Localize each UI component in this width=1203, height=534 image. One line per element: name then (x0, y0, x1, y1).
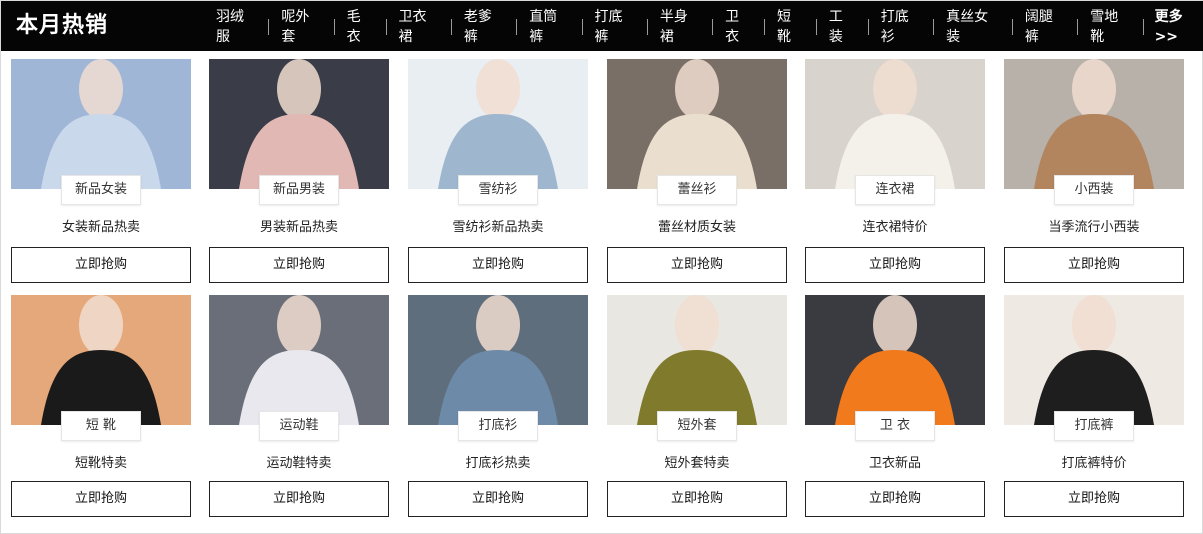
section-header: 本月热销 羽绒服 呢外套 毛衣 卫衣裙 老爹裤 直筒裤 打底裤 半身裙 卫衣 短靴 工装 打底衫 真丝女… (1, 1, 1203, 51)
category-tag[interactable]: 短 靴 (61, 411, 141, 441)
buy-now-button[interactable]: 立即抢购 (805, 481, 985, 517)
nav-link-6[interactable]: 直筒裤 (517, 7, 581, 47)
product-description[interactable]: 女装新品热卖 (11, 219, 191, 237)
category-tag[interactable]: 小西装 (1054, 175, 1134, 205)
nav-link-10[interactable]: 短靴 (765, 7, 816, 47)
nav-link-3[interactable]: 毛衣 (335, 7, 386, 47)
category-tag[interactable]: 蕾丝衫 (657, 175, 737, 205)
product-description[interactable]: 蕾丝材质女装 (607, 219, 787, 237)
category-tag[interactable]: 打底裤 (1054, 411, 1134, 441)
product-image[interactable] (11, 295, 191, 425)
buy-now-button[interactable]: 立即抢购 (209, 481, 389, 517)
nav-link-13[interactable]: 真丝女装 (934, 7, 1012, 47)
nav-link-7[interactable]: 打底裤 (583, 7, 647, 47)
nav-link-11[interactable]: 工装 (817, 7, 868, 47)
category-tag[interactable]: 卫 衣 (855, 411, 935, 441)
product-description[interactable]: 卫衣新品 (805, 455, 985, 473)
product-image[interactable] (805, 295, 985, 425)
category-tag[interactable]: 短外套 (657, 411, 737, 441)
buy-now-button[interactable]: 立即抢购 (805, 247, 985, 283)
buy-now-button[interactable]: 立即抢购 (607, 247, 787, 283)
category-nav: 羽绒服 呢外套 毛衣 卫衣裙 老爹裤 直筒裤 打底裤 半身裙 卫衣 短靴 工装 打底衫 真丝女装 阔腿裤雪… (206, 9, 1203, 45)
nav-link-5[interactable]: 老爹裤 (452, 7, 516, 47)
product-description[interactable]: 男装新品热卖 (209, 219, 389, 237)
product-image[interactable] (1004, 295, 1184, 425)
product-description[interactable]: 运动鞋特卖 (209, 455, 389, 473)
product-image[interactable] (209, 59, 389, 189)
product-image[interactable] (607, 59, 787, 189)
product-description[interactable]: 短靴特卖 (11, 455, 191, 473)
product-image[interactable] (209, 295, 389, 425)
product-image[interactable] (805, 59, 985, 189)
buy-now-button[interactable]: 立即抢购 (408, 247, 588, 283)
buy-now-button[interactable]: 立即抢购 (209, 247, 389, 283)
buy-now-button[interactable]: 立即抢购 (1004, 247, 1184, 283)
buy-now-button[interactable]: 立即抢购 (11, 481, 191, 517)
category-tag[interactable]: 雪纺衫 (458, 175, 538, 205)
category-tag[interactable]: 新品女装 (61, 175, 141, 205)
buy-now-button[interactable]: 立即抢购 (1004, 481, 1184, 517)
nav-link-1[interactable]: 羽绒服 (206, 7, 268, 47)
product-image[interactable] (607, 295, 787, 425)
category-tag[interactable]: 运动鞋 (259, 411, 339, 441)
product-description[interactable]: 打底衫热卖 (408, 455, 588, 473)
product-description[interactable]: 当季流行小西装 (1004, 219, 1184, 237)
nav-link-15[interactable]: 雪地靴 (1078, 7, 1142, 47)
product-image[interactable] (408, 59, 588, 189)
product-description[interactable]: 打底裤特价 (1004, 455, 1184, 473)
product-image[interactable] (11, 59, 191, 189)
nav-link-14[interactable]: 阔腿裤 (1013, 7, 1077, 47)
buy-now-button[interactable]: 立即抢购 (408, 481, 588, 517)
hot-sales-module: 本月热销 羽绒服 呢外套 毛衣 卫衣裙 老爹裤 直筒裤 打底裤 半身裙 卫衣 短靴 工装 打底衫 真丝女… (0, 0, 1203, 534)
nav-link-9[interactable]: 卫衣 (713, 7, 764, 47)
nav-link-4[interactable]: 卫衣裙 (387, 7, 451, 47)
product-description[interactable]: 雪纺衫新品热卖 (408, 219, 588, 237)
product-description[interactable]: 连衣裙特价 (805, 219, 985, 237)
category-tag[interactable]: 新品男装 (259, 175, 339, 205)
nav-link-2[interactable]: 呢外套 (269, 7, 333, 47)
buy-now-button[interactable]: 立即抢购 (11, 247, 191, 283)
nav-link-12[interactable]: 打底衫 (869, 7, 933, 47)
nav-link-8[interactable]: 半身裙 (648, 7, 712, 47)
category-tag[interactable]: 连衣裙 (855, 175, 935, 205)
product-image[interactable] (1004, 59, 1184, 189)
product-description[interactable]: 短外套特卖 (607, 455, 787, 473)
product-image[interactable] (408, 295, 588, 425)
more-link[interactable]: 更多>> (1144, 7, 1203, 47)
category-tag[interactable]: 打底衫 (458, 411, 538, 441)
buy-now-button[interactable]: 立即抢购 (607, 481, 787, 517)
section-title: 本月热销 (16, 13, 109, 38)
